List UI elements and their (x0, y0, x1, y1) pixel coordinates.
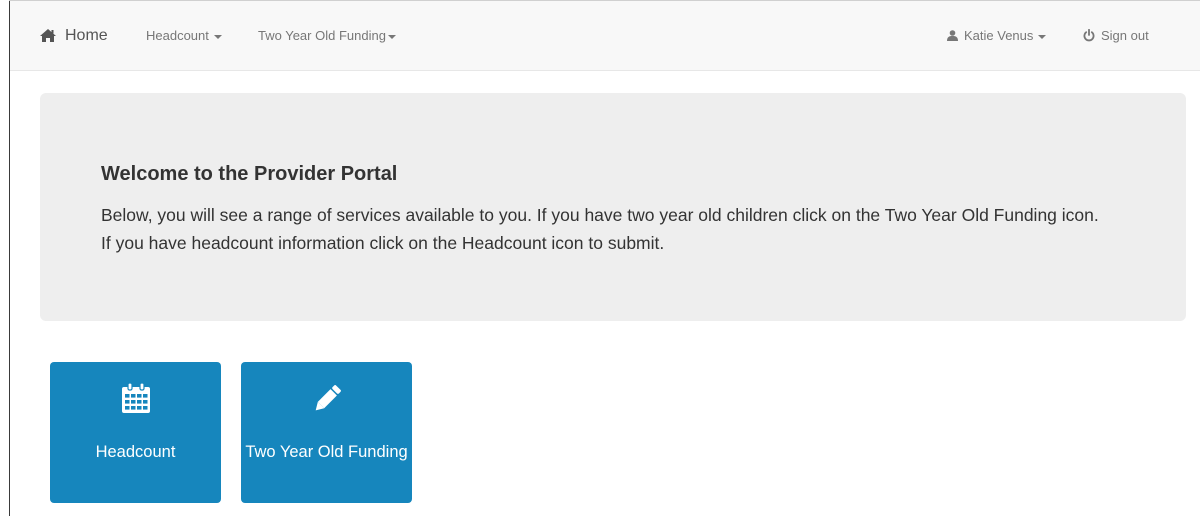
nav-home-link[interactable]: Home (40, 1, 108, 70)
two-year-old-funding-tile-label: Two Year Old Funding (245, 443, 408, 461)
nav-headcount-label: Headcount (146, 28, 209, 43)
nav-home-label: Home (65, 26, 108, 44)
home-icon (40, 29, 56, 42)
calendar-icon (50, 382, 221, 416)
chevron-down-icon (387, 34, 396, 39)
top-navbar: Home Headcount Two Year Old Funding Kati… (10, 1, 1200, 71)
nav-two-year-old-funding-label: Two Year Old Funding (258, 28, 386, 43)
nav-signout-label: Sign out (1101, 28, 1149, 43)
pencil-icon (241, 382, 412, 416)
nav-headcount-dropdown[interactable]: Headcount (146, 1, 222, 70)
chevron-down-icon (1038, 34, 1047, 39)
two-year-old-funding-tile-button[interactable]: Two Year Old Funding (241, 362, 412, 503)
nav-user-label: Katie Venus (964, 28, 1034, 43)
headcount-tile-button[interactable]: Headcount (50, 362, 221, 503)
welcome-title: Welcome to the Provider Portal (101, 163, 398, 185)
power-icon (1083, 29, 1095, 42)
nav-signout-link[interactable]: Sign out (1083, 1, 1149, 70)
welcome-jumbotron: Welcome to the Provider Portal Below, yo… (40, 93, 1186, 321)
window-border-left (9, 0, 10, 516)
nav-user-menu[interactable]: Katie Venus (947, 1, 1047, 70)
nav-two-year-old-funding-dropdown[interactable]: Two Year Old Funding (258, 1, 396, 70)
chevron-down-icon (213, 34, 222, 39)
user-icon (947, 30, 958, 41)
welcome-description: Below, you will see a range of services … (101, 205, 1099, 253)
headcount-tile-label: Headcount (95, 443, 176, 461)
